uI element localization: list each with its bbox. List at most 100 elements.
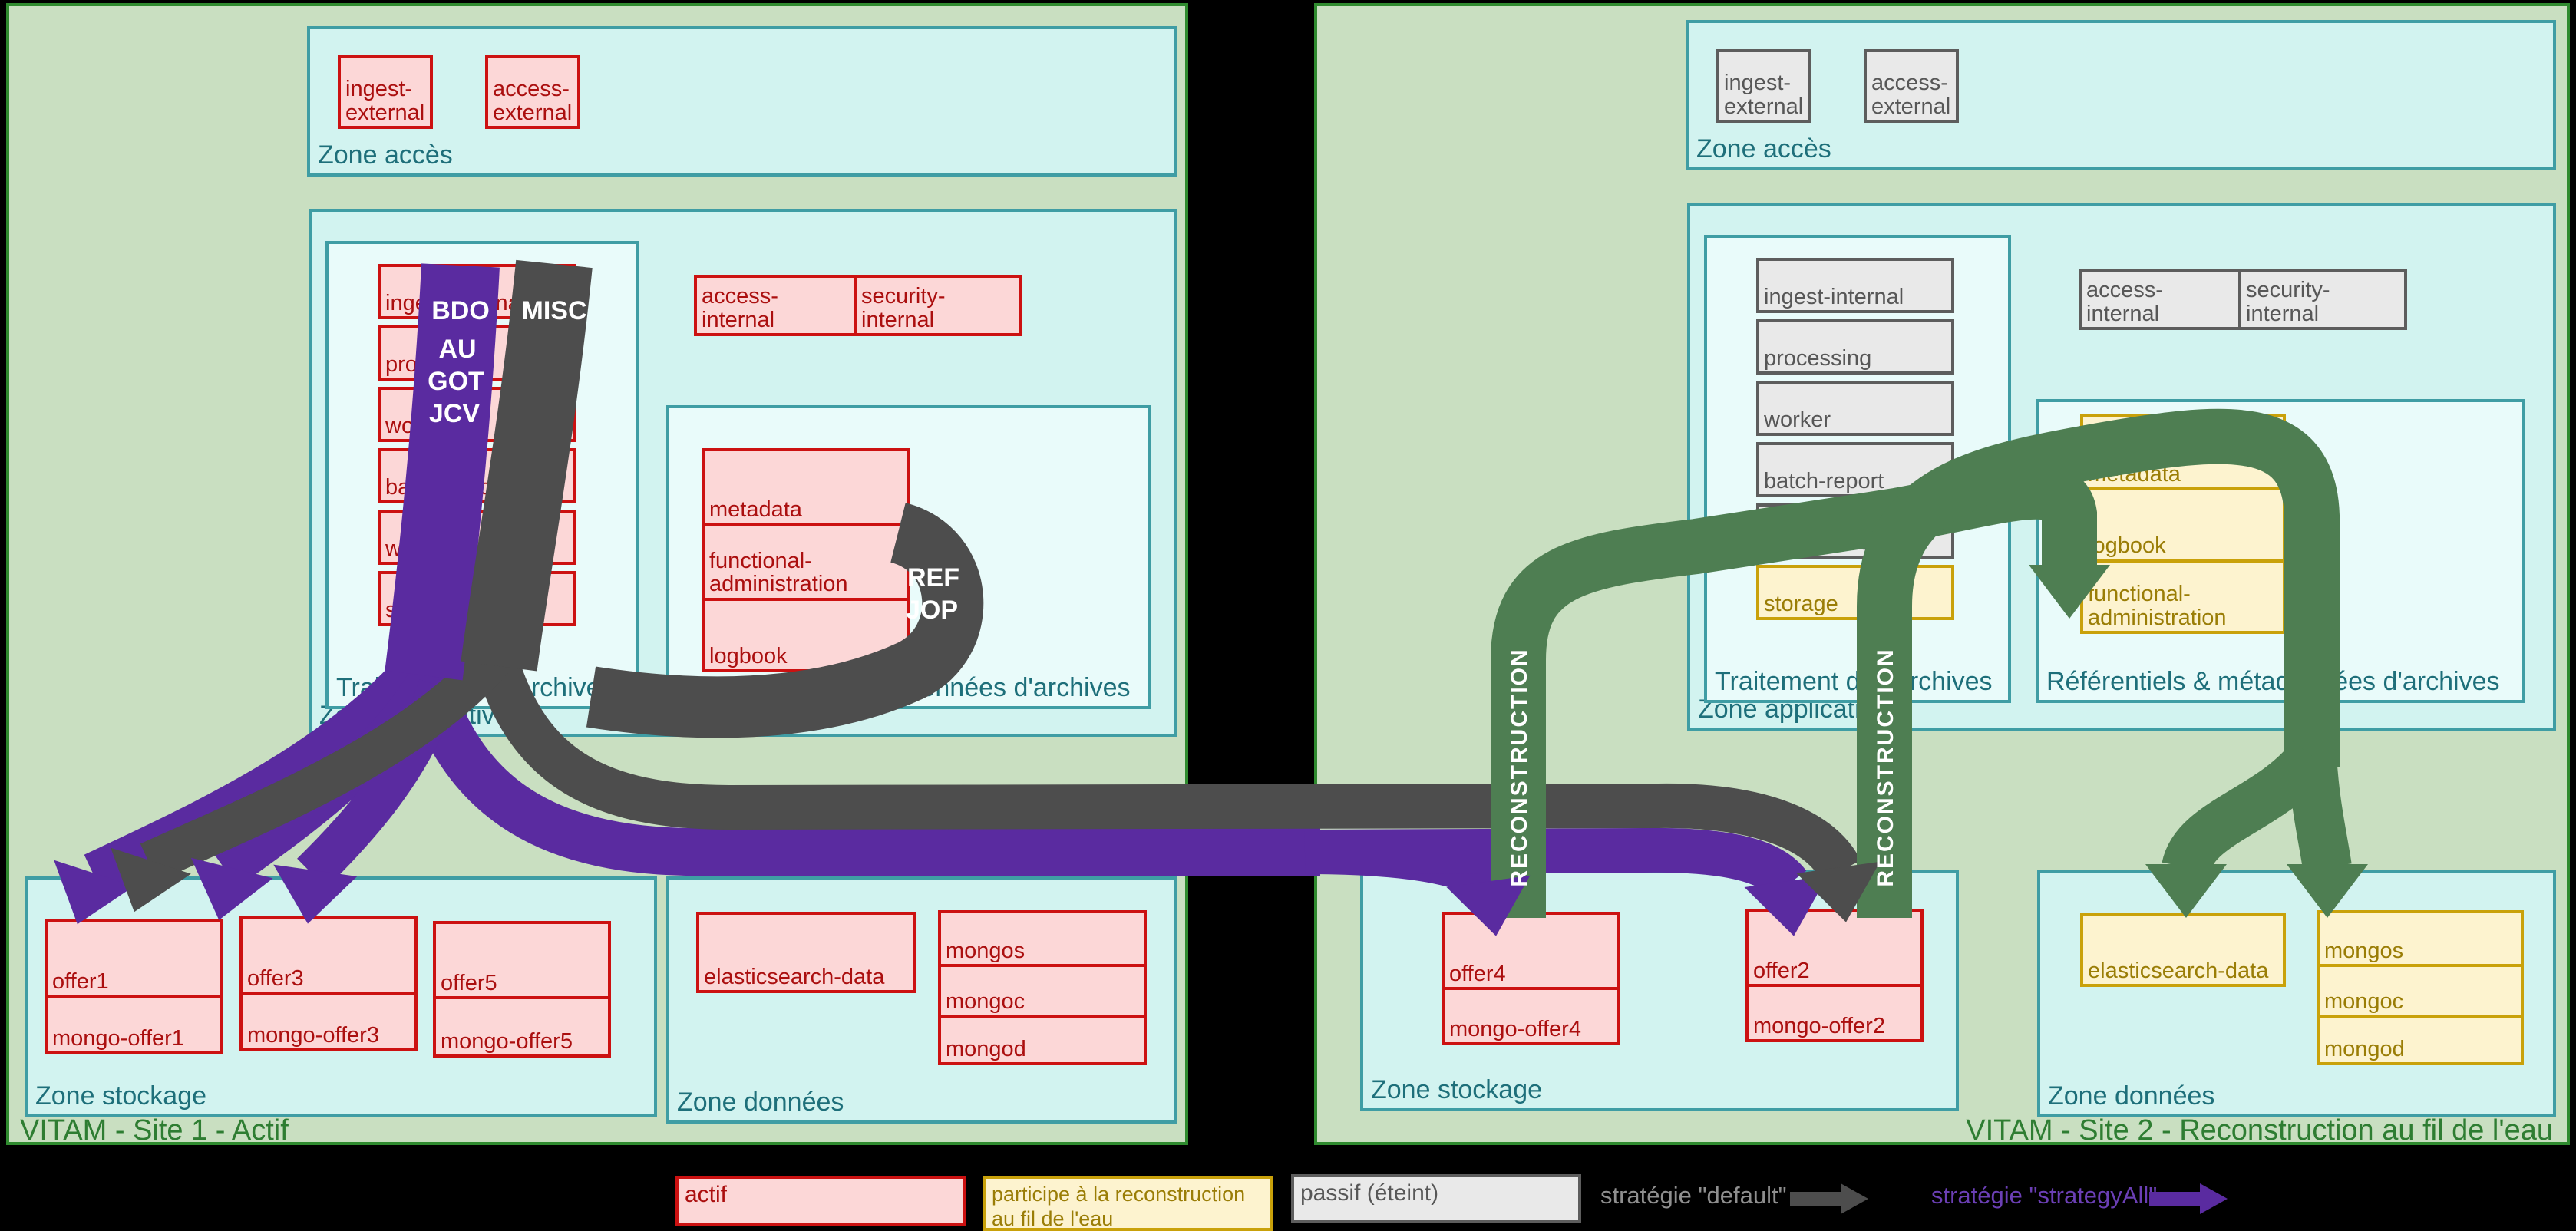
box-label: mongo-offer4	[1449, 1018, 1581, 1041]
box-label: storage	[385, 599, 460, 622]
strategy-all-arrow-icon	[2149, 1182, 2229, 1216]
site1-mongo-stack: mongos mongoc mongod	[938, 910, 1147, 1065]
box-label: ingest-internal	[1764, 285, 1904, 309]
site1-box-mongoc: mongoc	[941, 964, 1144, 1015]
site2-offer2-stack: offer2 mongo-offer2	[1745, 909, 1924, 1042]
box-label: functional-administration	[709, 549, 903, 596]
box-label: access-external	[1871, 71, 1951, 118]
box-label: worker	[385, 414, 452, 437]
site1-box-mongo-offer1: mongo-offer1	[48, 995, 220, 1051]
site2-referentiels-stack: metadata logbook functional-administrati…	[2080, 414, 2286, 634]
box-label: access-internal	[702, 285, 849, 332]
zone-label: Traitement des archives	[1715, 667, 1993, 697]
site2-box-metadata: metadata	[2083, 417, 2283, 487]
site1-box-access-external: access-external	[485, 55, 580, 129]
legend-label: au fil de l'eau	[992, 1206, 1113, 1231]
zone-label: Zone accès	[318, 140, 453, 170]
legend-label: actif	[685, 1182, 727, 1208]
site1-box-storage: storage	[378, 571, 576, 626]
site2-title: VITAM - Site 2 - Reconstruction au fil d…	[1966, 1114, 2553, 1147]
site1-box-mongo-offer5: mongo-offer5	[436, 996, 608, 1054]
box-label: ingest-external	[345, 78, 425, 124]
box-label: batch-report	[385, 476, 505, 499]
vitam-architecture-diagram: Zone accès ingest-external access-extern…	[0, 0, 2576, 1231]
box-label: processing	[1764, 347, 1871, 370]
zone-label: Zone stockage	[35, 1081, 206, 1111]
site2-box-access-external: access-external	[1864, 49, 1959, 123]
site2-box-mongoc: mongoc	[2320, 964, 2521, 1015]
box-label: elasticsearch-data	[704, 965, 884, 988]
site1-box-workspace: workspace	[378, 510, 576, 565]
site1-offer1-stack: offer1 mongo-offer1	[45, 919, 223, 1054]
site2-box-functional-administration: functional-administration	[2083, 559, 2283, 631]
site2-mongo-stack: mongos mongoc mongod	[2317, 910, 2524, 1065]
box-label: ingest-internal	[385, 292, 525, 315]
site2-box-processing: processing	[1756, 319, 1954, 375]
site1-box-logbook: logbook	[705, 598, 907, 669]
site2-box-mongos: mongos	[2320, 913, 2521, 964]
box-label: mongo-offer5	[441, 1030, 573, 1053]
site1-box-ingest-internal: ingest-internal	[378, 264, 576, 319]
site1-box-mongo-offer3: mongo-offer3	[243, 992, 414, 1048]
box-label: mongoc	[946, 990, 1025, 1013]
site2-offer4-stack: offer4 mongo-offer4	[1442, 912, 1620, 1045]
box-label: metadata	[2088, 463, 2181, 486]
legend-actif: actif	[675, 1176, 966, 1226]
box-label: batch-report	[1764, 470, 1884, 493]
box-label: offer1	[52, 970, 109, 993]
box-label: mongod	[2324, 1038, 2405, 1061]
box-label: functional-administration	[2088, 582, 2278, 629]
zone-label: Zone stockage	[1371, 1075, 1542, 1105]
site2-box-worker: worker	[1756, 381, 1954, 436]
box-label: offer5	[441, 972, 497, 995]
site1-box-mongod: mongod	[941, 1015, 1144, 1062]
site2-box-ingest-external: ingest-external	[1716, 49, 1811, 123]
box-label: logbook	[2088, 534, 2166, 557]
site1-panel: Zone accès ingest-external access-extern…	[6, 3, 1188, 1145]
site1-box-security-internal: security-internal	[854, 275, 1022, 336]
site1-box-mongos: mongos	[941, 913, 1144, 964]
box-label: storage	[1764, 592, 1838, 616]
site2-box-security-internal: security-internal	[2238, 269, 2407, 330]
box-label: worker	[1764, 408, 1831, 431]
legend-strategy-all-label: stratégie "strategyAll"	[1931, 1182, 2157, 1210]
legend-strategy-default-label: stratégie "default"	[1600, 1182, 1787, 1210]
box-label: processing	[385, 353, 493, 376]
site1-box-metadata: metadata	[705, 451, 907, 523]
box-label: workspace	[385, 537, 492, 560]
site2-box-storage: storage	[1756, 565, 1954, 620]
box-label: elasticsearch-data	[2088, 959, 2268, 982]
site2-box-ingest-internal: ingest-internal	[1756, 258, 1954, 313]
site2-box-offer4: offer4	[1445, 915, 1617, 987]
site1-box-elasticsearch-data: elasticsearch-data	[696, 912, 916, 993]
site2-box-access-internal: access-internal	[2079, 269, 2241, 330]
site1-zone-acces: Zone accès	[307, 26, 1177, 177]
site1-box-access-internal: access-internal	[694, 275, 857, 336]
site1-referentiels-stack: metadata functional-administration logbo…	[702, 448, 910, 672]
legend-passif: passif (éteint)	[1291, 1174, 1581, 1223]
legend-label: passif (éteint)	[1300, 1180, 1438, 1206]
box-label: metadata	[709, 498, 802, 521]
site1-box-processing: processing	[378, 325, 576, 381]
box-label: mongos	[2324, 939, 2403, 962]
site1-box-ingest-external: ingest-external	[338, 55, 433, 129]
site1-box-worker: worker	[378, 387, 576, 442]
zone-label: Zone données	[677, 1087, 844, 1117]
legend-participe: participe à la reconstruction au fil de …	[983, 1176, 1273, 1231]
box-label: logbook	[709, 645, 788, 668]
site1-box-offer5: offer5	[436, 924, 608, 996]
site1-offer3-stack: offer3 mongo-offer3	[239, 916, 418, 1051]
box-label: offer3	[247, 967, 304, 990]
box-label: mongo-offer2	[1753, 1015, 1885, 1038]
site1-box-offer1: offer1	[48, 922, 220, 995]
box-label: ingest-external	[1724, 71, 1804, 118]
box-label: mongos	[946, 939, 1025, 962]
strategy-default-arrow-icon	[1790, 1182, 1870, 1216]
site2-box-elasticsearch-data: elasticsearch-data	[2080, 913, 2286, 987]
site1-offer5-stack: offer5 mongo-offer5	[433, 921, 611, 1058]
site2-box-mongo-offer2: mongo-offer2	[1749, 984, 1920, 1039]
site2-box-batch-report: batch-report	[1756, 442, 1954, 497]
box-label: security-internal	[2246, 279, 2399, 325]
site2-box-mongod: mongod	[2320, 1015, 2521, 1062]
site1-box-offer3: offer3	[243, 919, 414, 992]
